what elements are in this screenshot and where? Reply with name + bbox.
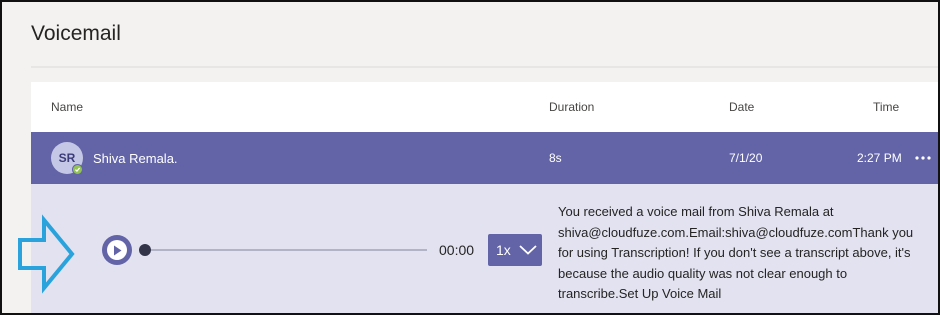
playback-speed-button[interactable]: 1x [488, 234, 542, 266]
voicemail-duration: 8s [549, 151, 562, 165]
column-header-duration[interactable]: Duration [549, 100, 594, 114]
page-title: Voicemail [31, 22, 121, 45]
playback-speed-label: 1x [496, 242, 511, 258]
header-divider [31, 66, 938, 68]
arrow-right-icon [16, 214, 76, 299]
column-header-time[interactable]: Time [873, 100, 899, 114]
column-header-name[interactable]: Name [51, 100, 83, 114]
column-header-date[interactable]: Date [729, 100, 754, 114]
playback-progress-bar[interactable] [145, 249, 427, 251]
playback-scrubber[interactable] [139, 244, 151, 256]
presence-available-icon [72, 164, 83, 175]
voicemail-transcript: You received a voice mail from Shiva Rem… [558, 204, 914, 301]
playback-time: 00:00 [439, 242, 475, 258]
play-button[interactable] [102, 235, 132, 265]
chevron-down-icon [519, 245, 537, 255]
voicemail-time: 2:27 PM [857, 151, 902, 165]
voicemail-date: 7/1/20 [729, 151, 763, 165]
caller-name: Shiva Remala. [93, 151, 178, 166]
more-options-icon[interactable] [914, 151, 934, 165]
play-icon [107, 240, 127, 260]
